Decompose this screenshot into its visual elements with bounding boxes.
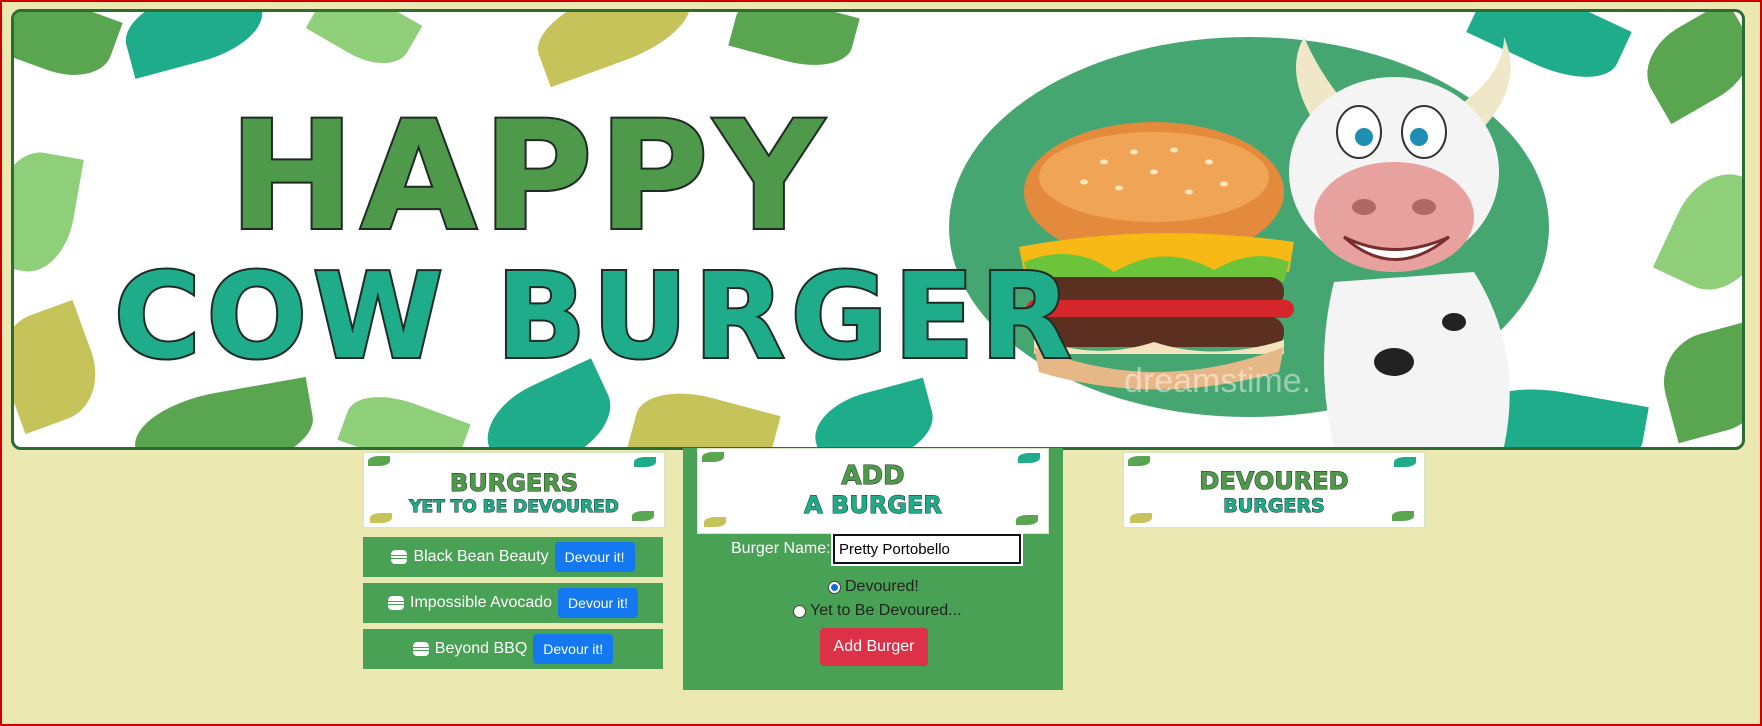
hamburger-icon bbox=[391, 550, 408, 564]
banner-title-happy: HAPPY bbox=[227, 90, 830, 264]
burger-name: Black Bean Beauty bbox=[413, 548, 549, 565]
list-item: Black Bean Beauty Devour it! bbox=[363, 537, 663, 577]
leaf-decoration bbox=[14, 12, 123, 89]
leaf-decoration bbox=[1631, 12, 1742, 125]
add-burger-button[interactable]: Add Burger bbox=[820, 628, 928, 666]
leaf-decoration bbox=[305, 12, 423, 78]
list-item: Impossible Avocado Devour it! bbox=[363, 583, 663, 623]
burger-name: Impossible Avocado bbox=[410, 594, 553, 611]
undevoured-header-title: BURGERS bbox=[449, 469, 579, 498]
burger-name-input[interactable] bbox=[831, 532, 1023, 566]
radio-not-devoured[interactable] bbox=[793, 604, 806, 618]
leaf-decoration bbox=[117, 12, 271, 79]
radio-not-devoured-label: Yet to Be Devoured... bbox=[810, 602, 962, 619]
add-burger-header-title: ADD bbox=[841, 461, 905, 492]
leaf-decoration bbox=[526, 12, 702, 88]
add-burger-form: ADD A BURGER Burger Name: Devoured! Yet … bbox=[683, 448, 1063, 690]
leaf-decoration bbox=[728, 12, 860, 77]
devour-button[interactable]: Devour it! bbox=[554, 542, 635, 572]
burger-name: Beyond BBQ bbox=[434, 640, 528, 657]
hamburger-icon bbox=[388, 596, 405, 610]
list-item: Beyond BBQ Devour it! bbox=[363, 629, 663, 669]
leaf-decoration bbox=[1652, 158, 1742, 306]
leaf-decoration bbox=[14, 145, 84, 279]
devoured-header-subtitle: BURGERS bbox=[1223, 495, 1325, 518]
burger-name-label: Burger Name: bbox=[731, 540, 831, 557]
stock-watermark: dreamstime. bbox=[1124, 362, 1312, 400]
leaf-decoration bbox=[806, 377, 942, 447]
hamburger-icon bbox=[412, 642, 429, 656]
devour-button[interactable]: Devour it! bbox=[558, 588, 638, 618]
cow-mascot-illustration bbox=[1289, 37, 1511, 447]
devour-button[interactable]: Devour it! bbox=[533, 634, 614, 664]
undevoured-header: BURGERS YET TO BE DEVOURED bbox=[363, 452, 665, 528]
leaf-decoration bbox=[337, 383, 471, 447]
radio-devoured[interactable] bbox=[828, 580, 841, 594]
devoured-header-title: DEVOURED bbox=[1199, 467, 1349, 496]
radio-not-devoured-row[interactable]: Yet to Be Devoured... bbox=[793, 602, 962, 620]
leaf-decoration bbox=[14, 299, 111, 435]
banner-title-cow-burger: COW BURGER bbox=[112, 247, 1078, 385]
leaf-decoration bbox=[128, 376, 320, 447]
devoured-header: DEVOURED BURGERS bbox=[1123, 452, 1425, 528]
add-burger-header-subtitle: A BURGER bbox=[804, 491, 943, 520]
undevoured-header-subtitle: YET TO BE DEVOURED bbox=[409, 497, 620, 518]
radio-devoured-label: Devoured! bbox=[845, 578, 919, 595]
add-burger-header: ADD A BURGER bbox=[697, 448, 1049, 534]
hero-banner: HAPPY COW BURGER dreamstime. bbox=[11, 9, 1745, 450]
leaf-decoration bbox=[627, 380, 781, 447]
leaf-decoration bbox=[1652, 320, 1742, 444]
radio-devoured-row[interactable]: Devoured! bbox=[828, 578, 919, 596]
